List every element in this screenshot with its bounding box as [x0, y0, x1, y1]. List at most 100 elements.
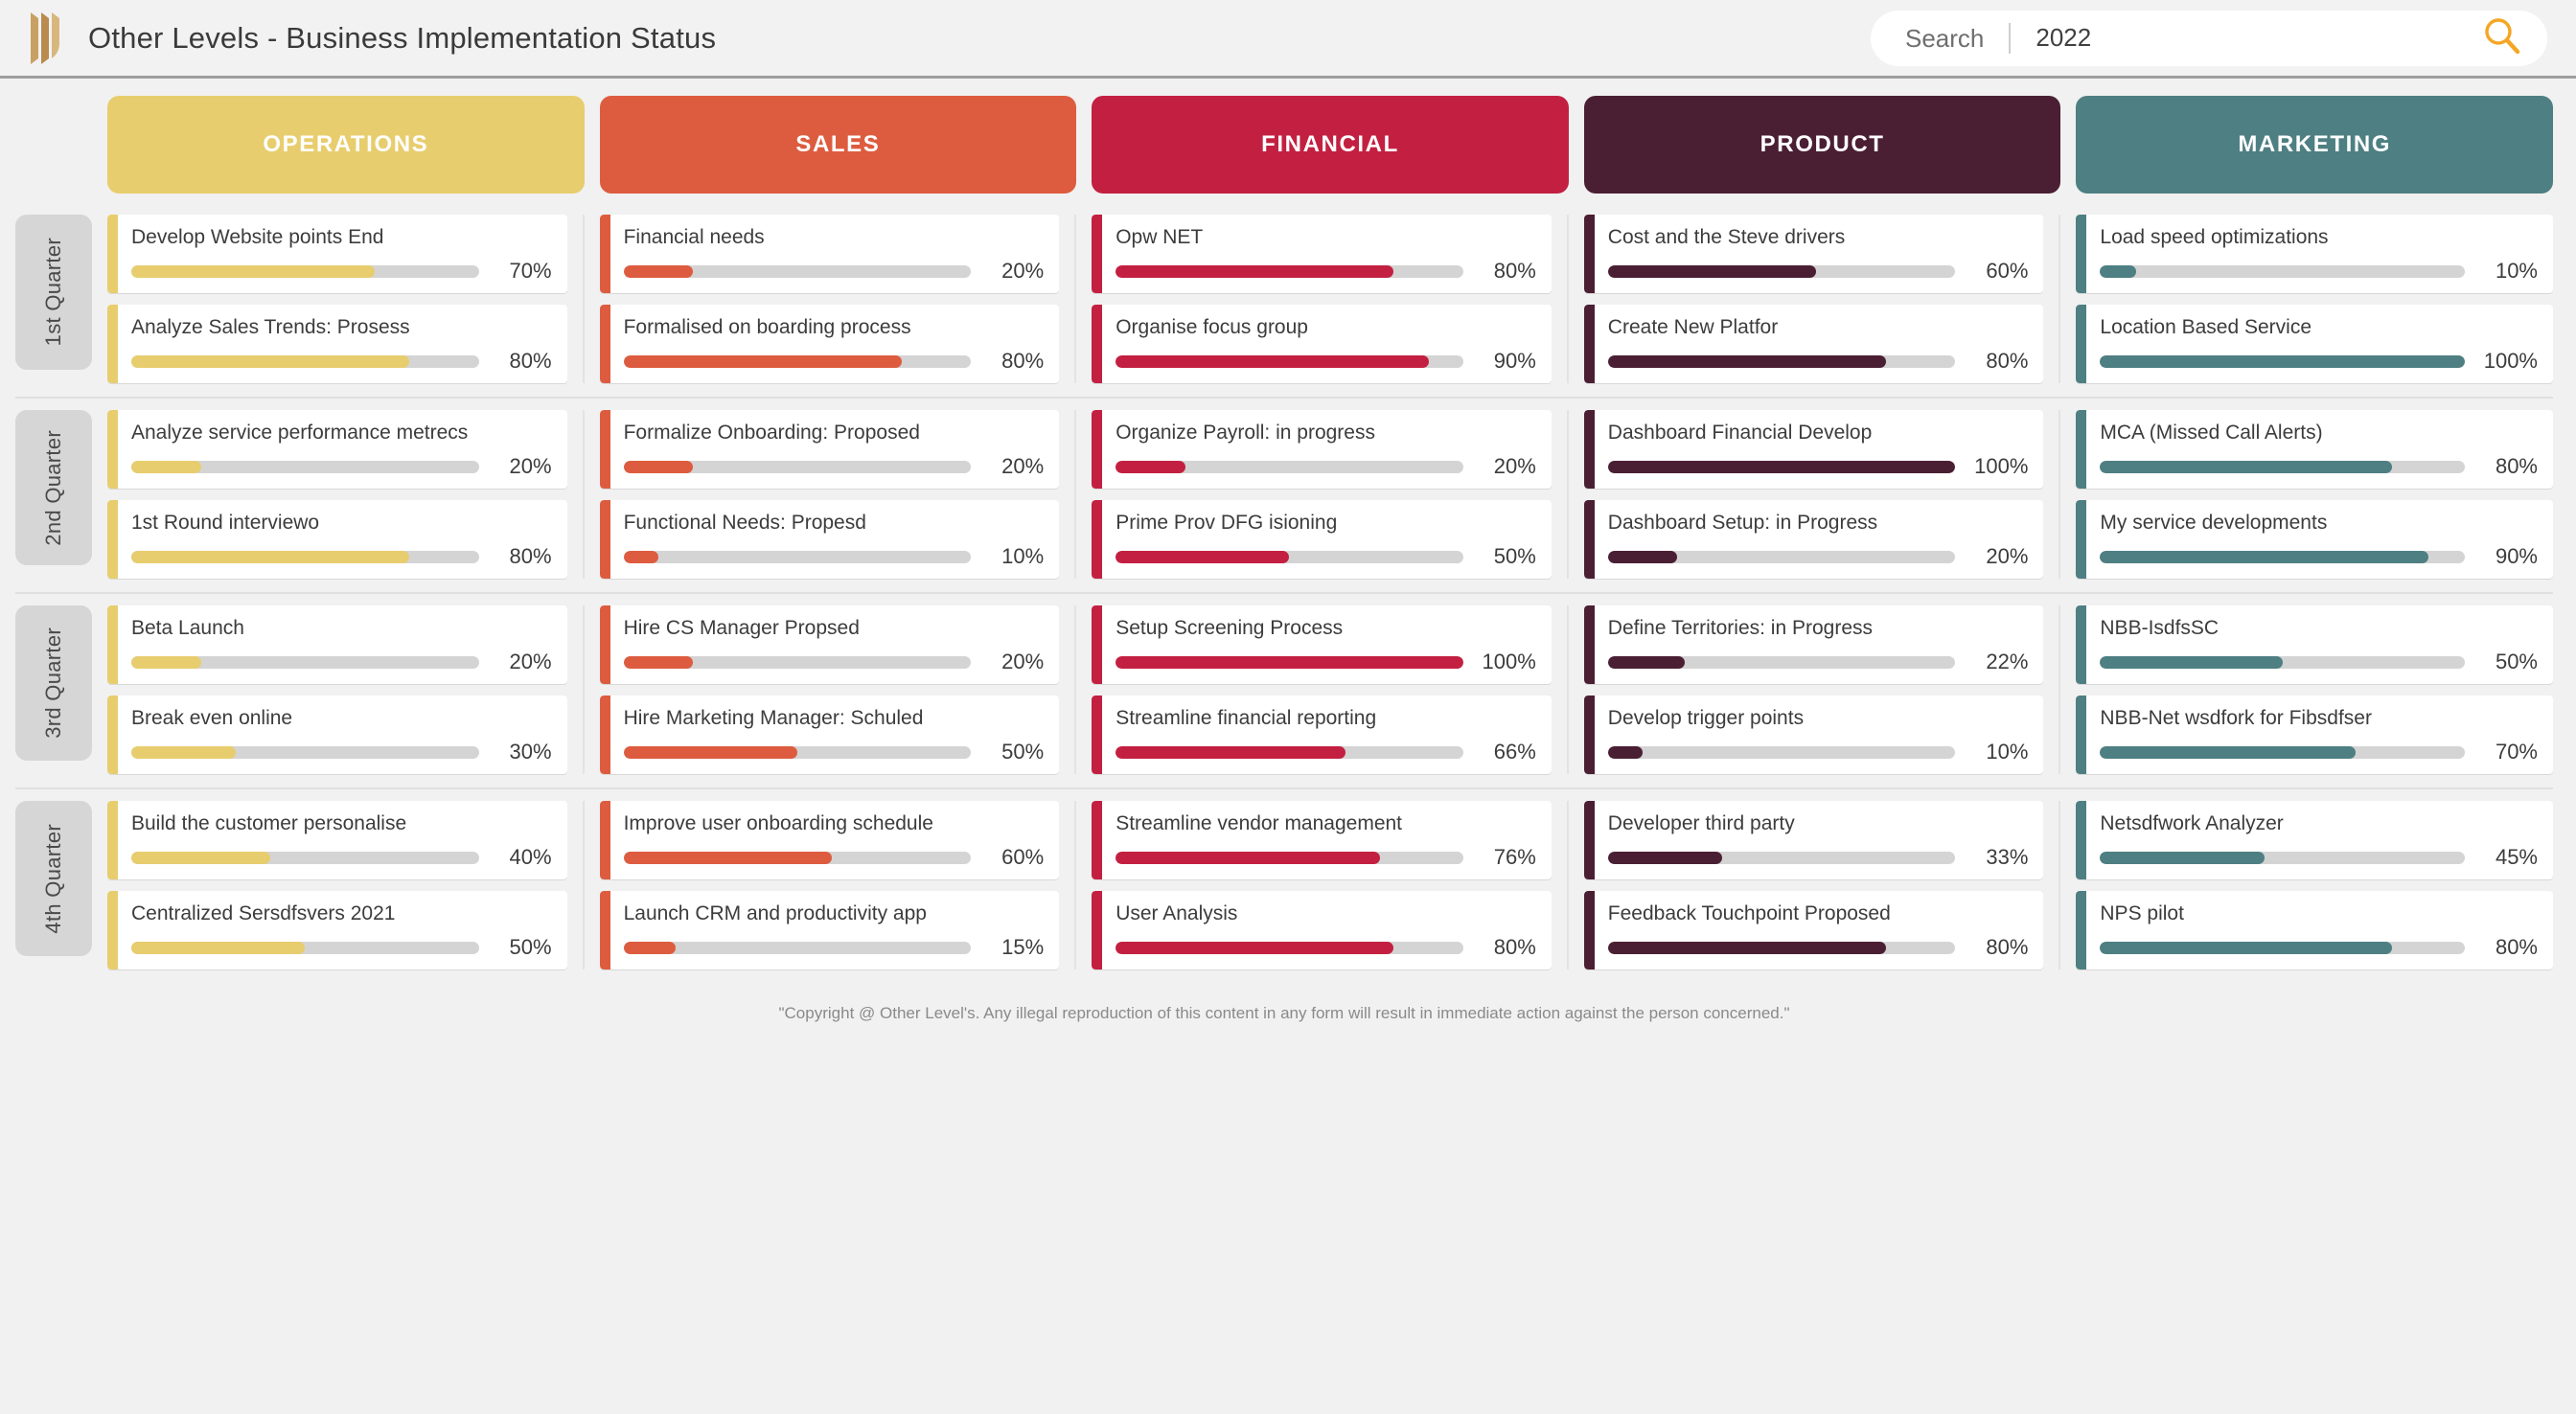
task-card[interactable]: Organize Payroll: in progress 20% — [1092, 410, 1552, 489]
task-card[interactable]: Hire Marketing Manager: Schuled 50% — [599, 696, 1060, 774]
card-accent-bar — [2076, 305, 2087, 383]
task-card[interactable]: Centralized Sersdfsvers 2021 50% — [107, 891, 567, 969]
progress-fill — [131, 655, 201, 669]
task-card[interactable]: Financial needs 20% — [599, 215, 1060, 293]
progress-percent-label: 15% — [1001, 935, 1045, 959]
search-bar[interactable]: Search — [1871, 10, 2547, 66]
task-card[interactable]: Dashboard Financial Develop 100% — [1583, 410, 2044, 489]
task-card[interactable]: Develop Website points End 70% — [107, 215, 567, 293]
task-title: Develop trigger points — [1607, 707, 1805, 729]
cell-q2-sales: Formalize Onboarding: Proposed 20% Functio… — [599, 410, 1077, 579]
task-card[interactable]: Hire CS Manager Propsed 20% — [599, 605, 1060, 684]
column-header-sales[interactable]: SALES — [599, 96, 1077, 194]
task-card[interactable]: User Analysis 80% — [1092, 891, 1552, 969]
task-card[interactable]: Analyze Sales Trends: Prosess 80% — [107, 305, 567, 383]
progress-row: 30% — [131, 740, 552, 764]
progress-row: 15% — [623, 935, 1045, 960]
task-card[interactable]: NBB-Net wsdfork for Fibsdfser 70% — [2076, 696, 2553, 774]
task-title: Load speed optimizations — [2100, 226, 2329, 248]
task-title: Analyze service performance metrecs — [131, 422, 469, 444]
column-header-financial[interactable]: FINANCIAL — [1092, 96, 1569, 194]
task-card[interactable]: Dashboard Setup: in Progress 20% — [1583, 500, 2044, 579]
card-accent-bar — [599, 891, 610, 969]
progress-track — [1607, 354, 1956, 368]
progress-percent-label: 50% — [509, 935, 552, 959]
cell-q3-operations: Beta Launch 20% Break even online 30% — [107, 605, 585, 774]
progress-row: 20% — [623, 454, 1044, 479]
task-card[interactable]: MCA (Missed Call Alerts) 80% — [2076, 410, 2553, 489]
task-title: Improve user onboarding schedule — [623, 812, 933, 834]
cell-q4-marketing: Netsdfwork Analyzer 45% NPS pilot 80% — [2076, 801, 2553, 969]
task-card[interactable]: Functional Needs: Propesd 10% — [599, 500, 1060, 579]
task-card[interactable]: Analyze service performance metrecs 20% — [107, 410, 567, 489]
progress-fill — [2100, 655, 2283, 669]
progress-track — [131, 745, 479, 759]
progress-track — [2100, 745, 2465, 759]
card-body: Feedback Touchpoint Proposed 80% — [1595, 891, 2044, 969]
progress-fill — [131, 264, 375, 278]
progress-percent-label: 20% — [509, 650, 552, 673]
progress-percent-label: 40% — [509, 845, 552, 869]
task-card[interactable]: Create New Platfor 80% — [1583, 305, 2044, 383]
progress-row: 60% — [1607, 259, 2028, 284]
progress-fill — [1607, 851, 1723, 864]
task-card[interactable]: Improve user onboarding schedule 60% — [599, 801, 1060, 879]
task-card[interactable]: My service developments 90% — [2076, 500, 2553, 579]
task-card[interactable]: Break even online 30% — [107, 696, 567, 774]
task-card[interactable]: Setup Screening Process 100% — [1092, 605, 1552, 684]
column-header-marketing[interactable]: MARKETING — [2076, 96, 2553, 194]
progress-track — [1607, 460, 1956, 473]
progress-percent-label: 10% — [1001, 544, 1045, 568]
task-card[interactable]: Streamline vendor management 76% — [1092, 801, 1552, 879]
search-label: Search — [1905, 22, 2012, 54]
task-card[interactable]: NBB-IsdfsSC 50% — [2076, 605, 2553, 684]
search-input[interactable] — [2011, 23, 2482, 53]
progress-row: 100% — [2100, 349, 2538, 374]
task-card[interactable]: Opw NET 80% — [1092, 215, 1552, 293]
task-card[interactable]: Feedback Touchpoint Proposed 80% — [1583, 891, 2044, 969]
column-header-product[interactable]: PRODUCT — [1583, 96, 2061, 194]
progress-row: 50% — [623, 740, 1044, 764]
cell-q4-sales: Improve user onboarding schedule 60% Launc… — [599, 801, 1077, 969]
card-body: Streamline financial reporting 66% — [1102, 696, 1552, 774]
task-card[interactable]: Beta Launch 20% — [107, 605, 567, 684]
card-body: Centralized Sersdfsvers 2021 50% — [118, 891, 567, 969]
task-card[interactable]: Launch CRM and productivity app 15% — [599, 891, 1060, 969]
task-card[interactable]: Developer third party 33% — [1583, 801, 2044, 879]
task-title: Launch CRM and productivity app — [623, 902, 927, 924]
task-card[interactable]: Formalize Onboarding: Proposed 20% — [599, 410, 1060, 489]
task-card[interactable]: Build the customer personalise 40% — [107, 801, 567, 879]
progress-track — [1607, 655, 1956, 669]
progress-row: 33% — [1607, 845, 2028, 870]
task-card[interactable]: NPS pilot 80% — [2076, 891, 2553, 969]
card-accent-bar — [2076, 500, 2087, 579]
task-card[interactable]: Define Territories: in Progress 22% — [1583, 605, 2044, 684]
task-card[interactable]: Netsdfwork Analyzer 45% — [2076, 801, 2553, 879]
page-title: Other Levels - Business Implementation S… — [88, 20, 717, 55]
task-card[interactable]: Streamline financial reporting 66% — [1092, 696, 1552, 774]
task-title: 1st Round interviewo — [131, 512, 320, 534]
search-icon[interactable] — [2482, 15, 2522, 60]
card-accent-bar — [2076, 891, 2087, 969]
progress-fill — [623, 851, 833, 864]
task-card[interactable]: Load speed optimizations 10% — [2076, 215, 2553, 293]
task-card[interactable]: Develop trigger points 10% — [1583, 696, 2044, 774]
column-header-operations[interactable]: OPERATIONS — [107, 96, 585, 194]
column-header-label: SALES — [795, 131, 881, 157]
progress-row: 80% — [1607, 935, 2028, 960]
progress-row: 80% — [623, 349, 1044, 374]
task-card[interactable]: 1st Round interviewo 80% — [107, 500, 567, 579]
task-card[interactable]: Cost and the Steve drivers 60% — [1583, 215, 2044, 293]
card-body: Setup Screening Process 100% — [1102, 605, 1552, 684]
task-title: Financial needs — [623, 226, 765, 248]
cell-q4-financial: Streamline vendor management 76% User Anal… — [1092, 801, 1569, 969]
progress-row: 76% — [1116, 845, 1536, 870]
progress-track — [1607, 550, 1956, 563]
task-card[interactable]: Prime Prov DFG isioning 50% — [1092, 500, 1552, 579]
task-title: Hire Marketing Manager: Schuled — [623, 707, 924, 729]
task-card[interactable]: Formalised on boarding process 80% — [599, 305, 1060, 383]
task-card[interactable]: Location Based Service 100% — [2076, 305, 2553, 383]
progress-track — [131, 655, 479, 669]
task-card[interactable]: Organise focus group 90% — [1092, 305, 1552, 383]
task-title: Streamline vendor management — [1116, 812, 1403, 834]
